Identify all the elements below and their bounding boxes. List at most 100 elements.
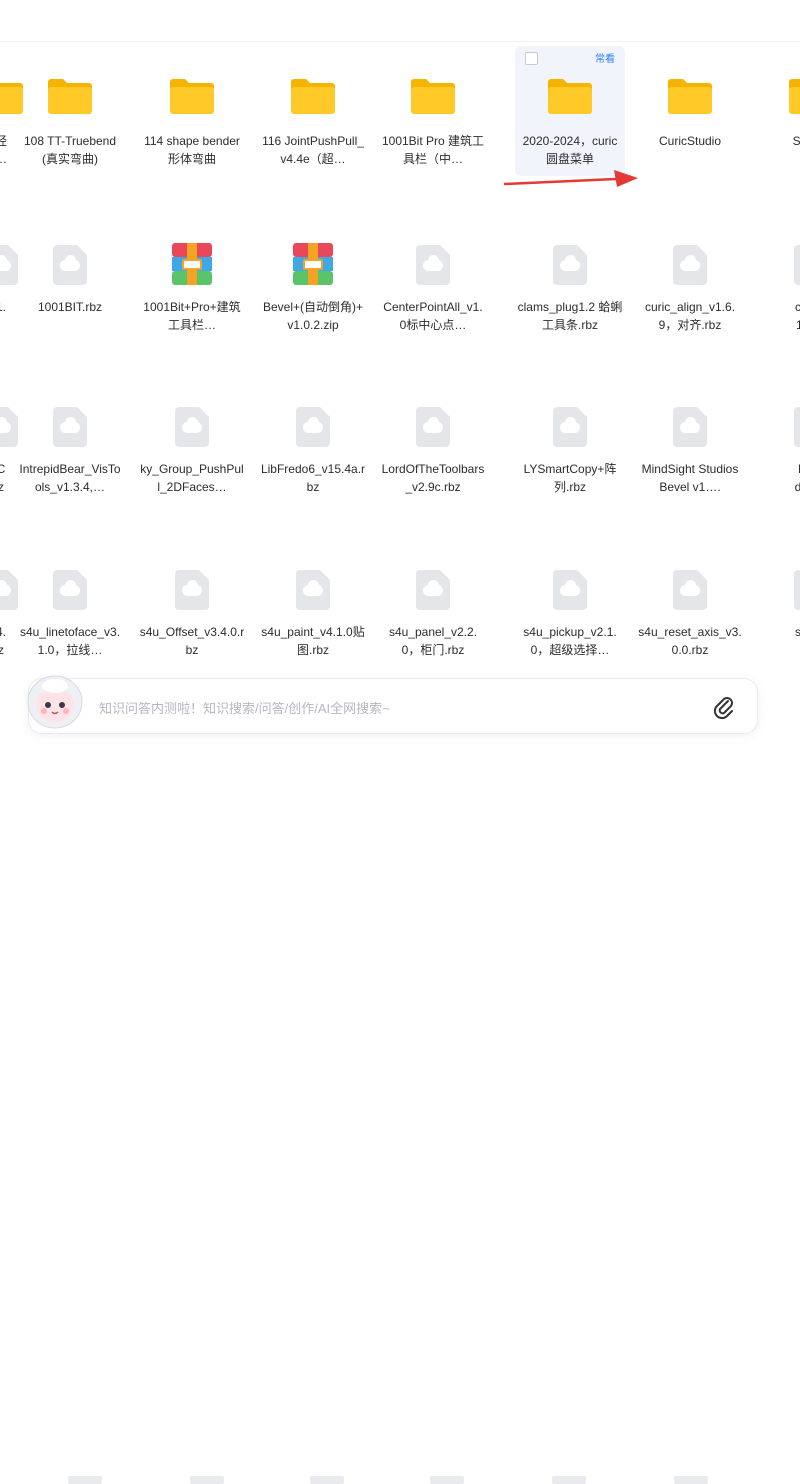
folder-item[interactable]: 108 TT-Truebend (真实弯曲): [15, 46, 125, 176]
item-name: 1001BIT.rbz: [37, 300, 103, 314]
file-item[interactable]: s4u_linetoface_v3.1.0，拉线…: [15, 535, 125, 665]
cloud-file-icon: [175, 407, 209, 447]
cloud-icon: [423, 417, 443, 433]
cloud-file-icon: [794, 245, 800, 285]
folder-icon: [668, 79, 712, 114]
cloud-icon: [0, 417, 11, 433]
cloud-file-icon: [673, 570, 707, 610]
file-item[interactable]: CenterPointAll_v1.0标中心点…: [378, 210, 488, 340]
file-item[interactable]: curic_ 1.1.0.: [756, 210, 800, 340]
item-name: s4u_paint_v4.1.0贴图.rbz: [261, 625, 365, 657]
cloud-file-icon: [296, 570, 330, 610]
file-body: [794, 407, 800, 447]
file-item[interactable]: s4u_paint_v4.1.0贴图.rbz: [258, 535, 368, 665]
cloud-file-icon: [416, 570, 450, 610]
file-item[interactable]: clams_plug1.2 蛤蜊工具条.rbz: [515, 210, 625, 340]
page-fold: [697, 407, 707, 417]
cloud-icon: [60, 580, 80, 596]
item-name: MindSight Studios Bevel v1….: [641, 462, 739, 494]
ask-input-placeholder[interactable]: 知识问答内测啦！知识搜索/问答/创作/AI全网搜索~: [99, 698, 390, 717]
page-fold: [77, 570, 87, 580]
file-item[interactable]: MindSight Studios Bevel v1….: [635, 372, 745, 502]
cloud-file-icon: [175, 570, 209, 610]
paperclip-icon[interactable]: [713, 695, 735, 719]
cloud-icon: [560, 255, 580, 271]
file-item[interactable]: LordOfTheToolbars_v2.9c.rbz: [378, 372, 488, 502]
file-icon-peek: [68, 1476, 102, 1484]
page-fold: [577, 407, 587, 417]
file-body: [794, 570, 800, 610]
item-name: 108 TT-Truebend (真实弯曲): [23, 134, 117, 166]
file-item[interactable]: 1001Bit+Pro+建筑工具栏…: [137, 210, 247, 340]
cloud-icon: [303, 417, 323, 433]
cloud-icon: [60, 417, 80, 433]
page-fold: [440, 245, 450, 255]
file-item[interactable]: s4u_pickup_v2.1.0，超级选择…: [515, 535, 625, 665]
cloud-icon: [0, 255, 11, 271]
item-name: 116 JointPushPull_v4.4e（超…: [262, 134, 364, 166]
file-body: [794, 245, 800, 285]
folder-item[interactable]: CuricStudio: [635, 46, 745, 176]
folder-item[interactable]: Sketch 系: [756, 46, 800, 176]
folder-icon: [548, 79, 592, 114]
item-name: LordOfTheToolbars_v2.9c.rbz: [381, 462, 485, 494]
page-fold: [199, 570, 209, 580]
file-item[interactable]: 1001BIT.rbz: [15, 210, 125, 340]
item-name: curic_align_v1.6.9，对齐.rbz: [644, 300, 736, 332]
page-fold: [440, 570, 450, 580]
item-name: LibFredo6_v15.4a.rbz: [260, 462, 366, 494]
item-name: CuricStudio: [658, 134, 722, 148]
file-item[interactable]: s4u_reset_axis_v3.0.0.rbz: [635, 535, 745, 665]
file-icon-peek: [430, 1476, 464, 1484]
file-item[interactable]: ky_Group_PushPull_2DFaces…: [137, 372, 247, 502]
file-icon-peek: [674, 1476, 708, 1484]
cloud-file-icon: [53, 407, 87, 447]
file-item[interactable]: Mind dios F: [756, 372, 800, 502]
page-fold: [320, 407, 330, 417]
file-item[interactable]: Bevel+(自动倒角)+v1.0.2.zip: [258, 210, 368, 340]
file-icon-peek: [190, 1476, 224, 1484]
folder-item[interactable]: 常看 2020-2024，curic圆盘菜单: [515, 46, 625, 176]
cloud-file-icon: [673, 407, 707, 447]
assistant-mascot-icon[interactable]: [24, 672, 86, 732]
page-fold: [577, 245, 587, 255]
cloud-file-icon: [673, 245, 707, 285]
folder-item[interactable]: 116 JointPushPull_v4.4e（超…: [258, 46, 368, 176]
bottom-row-peek: [0, 734, 800, 1484]
file-item[interactable]: s4u_s 0，: [756, 535, 800, 665]
folder-item[interactable]: 114 shape bender 形体弯曲: [137, 46, 247, 176]
folder-item[interactable]: 1001Bit Pro 建筑工具栏（中…: [378, 46, 488, 176]
item-name: Mind dios F: [794, 462, 800, 494]
file-item[interactable]: s4u_panel_v2.2.0，柜门.rbz: [378, 535, 488, 665]
cloud-icon: [680, 417, 700, 433]
ai-question-bar[interactable]: 知识问答内测啦！知识搜索/问答/创作/AI全网搜索~: [28, 678, 758, 734]
view-link[interactable]: 常看: [595, 50, 615, 65]
item-name: s4u_linetoface_v3.1.0，拉线…: [19, 625, 121, 657]
folder-icon: [411, 79, 455, 114]
cloud-icon: [423, 255, 443, 271]
cloud-icon: [60, 255, 80, 271]
item-name: s4u_reset_axis_v3.0.0.rbz: [638, 625, 742, 657]
folder-icon: [48, 79, 92, 114]
file-item[interactable]: s4u_Offset_v3.4.0.rbz: [137, 535, 247, 665]
item-name: ky_Group_PushPull_2DFaces…: [140, 462, 244, 494]
item-name: 2020-2024，curic圆盘菜单: [522, 134, 618, 166]
file-item[interactable]: curic_align_v1.6.9，对齐.rbz: [635, 210, 745, 340]
cloud-icon: [680, 255, 700, 271]
cloud-icon: [303, 580, 323, 596]
cloud-file-icon: [553, 570, 587, 610]
page-fold: [320, 570, 330, 580]
cloud-icon: [423, 580, 443, 596]
cloud-icon: [560, 417, 580, 433]
cloud-file-icon: [53, 245, 87, 285]
folder-icon: [789, 79, 800, 114]
cloud-icon: [182, 580, 202, 596]
file-item[interactable]: LYSmartCopy+阵列.rbz: [515, 372, 625, 502]
cloud-file-icon: [794, 570, 800, 610]
item-name: s4u_pickup_v2.1.0，超级选择…: [523, 625, 617, 657]
file-item[interactable]: LibFredo6_v15.4a.rbz: [258, 372, 368, 502]
page-fold: [77, 407, 87, 417]
select-checkbox[interactable]: [525, 52, 538, 65]
item-name: IntrepidBear_VisTools_v1.3.4,…: [19, 462, 121, 494]
file-item[interactable]: IntrepidBear_VisTools_v1.3.4,…: [15, 372, 125, 502]
